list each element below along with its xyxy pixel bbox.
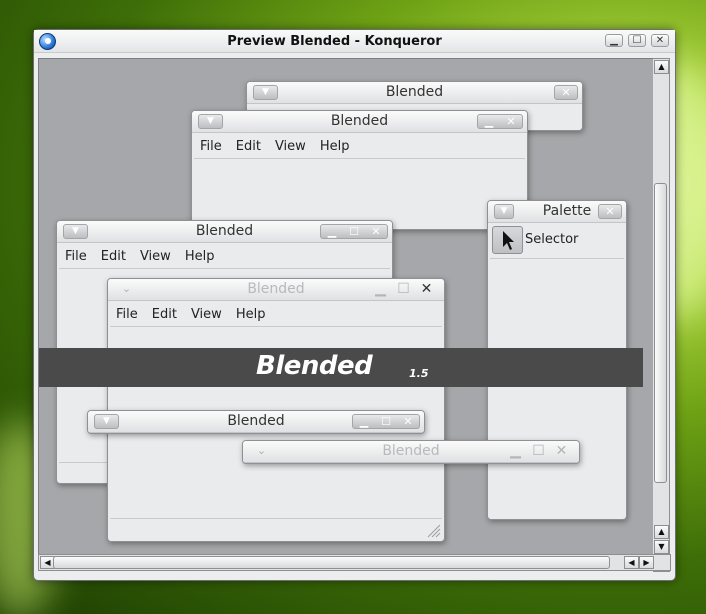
close-icon: ✕ [371,225,381,238]
scroll-up-button-lower[interactable]: ▲ [654,525,669,539]
maximize-button[interactable]: ☐ [628,34,646,47]
blended-banner: Blended 1.5 [39,348,643,387]
selector-label: Selector [525,232,579,247]
menu-view: View [139,249,171,264]
menu-separator [59,268,390,269]
menu-separator [194,158,525,159]
konqueror-icon[interactable] [39,33,56,50]
preview-window-shaded-inactive: ⌄ Blended ▁ ☐ ✕ [242,440,580,464]
menu-edit: Edit [235,139,261,154]
palette-separator [490,258,624,259]
minimize-icon: ▁ [359,415,369,428]
scroll-right-button[interactable]: ▶ [639,556,654,569]
preview-area: ▼ Blended ✕ ▼ Blended ▁ ✕ File Edit View … [38,58,657,558]
vertical-scroll-thumb[interactable] [654,183,667,483]
menu-help: Help [235,307,266,322]
vertical-scrollbar[interactable]: ▲ ▲ ▼ [653,58,670,572]
scroll-down-button[interactable]: ▼ [654,540,669,554]
menu-view: View [274,139,306,154]
menu-bar: File Edit View Help [200,139,349,154]
menu-help: Help [184,249,215,264]
maximize-icon: ☐ [397,281,410,297]
menu-help: Help [319,139,350,154]
close-icon: ✕ [420,281,433,297]
scroll-left-button-right[interactable]: ◀ [624,556,639,569]
arrow-cursor-icon [503,231,514,250]
close-icon: ✕ [506,115,516,128]
scroll-up-button[interactable]: ▲ [654,60,669,74]
konqueror-window: Preview Blended - Konqueror ▁ ☐ ✕ ▼ Blen… [33,29,676,581]
maximize-icon: ☐ [532,443,545,459]
menu-edit: Edit [100,249,126,264]
menu-file: File [200,139,222,154]
horizontal-scroll-thumb[interactable] [53,556,610,569]
banner-logo: Blended [256,351,373,381]
close-button[interactable]: ✕ [651,34,669,47]
menu-separator [110,326,442,327]
close-icon: ✕ [561,86,571,99]
preview-window-title: Blended [385,84,444,100]
close-icon: ✕ [555,443,568,459]
preview-window-shaded: ▼ Blended ▁ ☐ ✕ [87,410,425,434]
window-title: Preview Blended - Konqueror [227,34,442,49]
title-bar[interactable]: Preview Blended - Konqueror ▁ ☐ ✕ [34,30,675,53]
close-icon: ✕ [605,205,615,218]
menu-file: File [65,249,87,264]
menu-file: File [116,307,138,322]
minimize-icon: ▁ [327,225,337,238]
minimize-icon: ▁ [510,443,521,459]
selector-tool [492,226,523,254]
menu-bar: File Edit View Help [116,307,265,322]
horizontal-scrollbar[interactable]: ◀ ◀ ▶ [38,554,671,571]
menu-view: View [190,307,222,322]
resize-grip-icon [427,524,441,538]
maximize-icon: ☐ [349,225,359,238]
menu-edit: Edit [151,307,177,322]
maximize-icon: ☐ [381,415,391,428]
status-separator [110,518,442,519]
minimize-icon: ▁ [375,281,386,297]
minimize-icon: ▁ [484,115,494,128]
preview-window-2: ▼ Blended ▁ ✕ File Edit View Help [191,110,528,230]
close-icon: ✕ [403,415,413,428]
minimize-button[interactable]: ▁ [605,34,623,47]
menu-bar: File Edit View Help [65,249,214,264]
banner-version: 1.5 [409,367,429,380]
